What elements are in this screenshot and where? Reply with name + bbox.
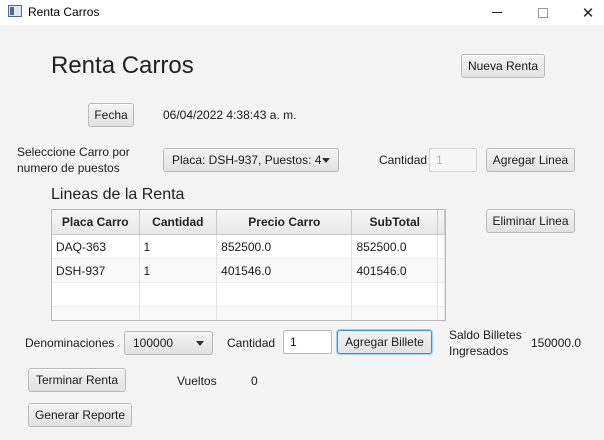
column-header-quantity[interactable]: Cantidad [140,210,218,235]
cell-subtotal: 852500.0 [352,235,439,259]
maximize-button[interactable] [520,0,566,25]
bill-quantity-input[interactable]: 1 [283,330,332,354]
cell-subtotal: 401546.0 [352,259,439,283]
cell-empty [438,307,445,320]
column-header-filler [438,210,445,235]
cell-empty [140,283,218,307]
column-header-subtotal[interactable]: SubTotal [352,210,439,235]
cell-quantity: 1 [140,235,218,259]
balance-value: 150000.0 [531,336,582,350]
cell-plate: DSH-937 [52,259,140,283]
car-select-label-line1: Seleccione Carro por [17,145,130,159]
denominations-label: Denominaciones [25,336,115,350]
denomination-combobox[interactable]: 100000 [124,331,213,355]
add-line-button[interactable]: Agregar Linea [486,148,575,172]
cell-empty [140,307,218,320]
cell-empty [352,307,439,320]
cell-filler [438,235,445,259]
chevron-down-icon [196,341,204,346]
lines-section-title: Lineas de la Renta [51,186,185,203]
delete-line-button[interactable]: Eliminar Linea [486,209,575,233]
table-row[interactable]: DSH-937 1 401546.0 401546.0 [52,259,445,283]
finish-rental-button[interactable]: Terminar Renta [28,368,126,392]
cell-quantity: 1 [140,259,218,283]
cell-empty [52,283,140,307]
car-quantity-input[interactable]: 1 [429,148,477,172]
column-header-plate[interactable]: Placa Carro [52,210,140,235]
window-title: Renta Carros [28,5,100,19]
car-quantity-label: Cantidad [379,153,428,167]
minimize-button[interactable] [474,0,520,25]
generate-report-button[interactable]: Generar Reporte [28,403,132,427]
change-label: Vueltos [177,374,217,388]
bill-quantity-label: Cantidad [227,336,276,350]
minimize-icon [492,12,502,13]
table-row-empty [52,283,445,307]
cell-empty [217,283,353,307]
cell-empty [52,307,140,320]
denomination-value: 100000 [133,336,174,350]
cell-price: 401546.0 [217,259,353,283]
app-window-icon [8,5,22,17]
table-row[interactable]: DAQ-363 1 852500.0 852500.0 [52,235,445,259]
table-row-empty [52,307,445,320]
window-titlebar: Renta Carros ✕ [0,0,604,25]
cell-plate: DAQ-363 [52,235,140,259]
maximize-icon [538,7,548,18]
date-button[interactable]: Fecha [88,103,134,127]
balance-label-line2: Ingresados [449,344,509,358]
rental-lines-table[interactable]: Placa Carro Cantidad Precio Carro SubTot… [51,209,446,321]
table-header: Placa Carro Cantidad Precio Carro SubTot… [52,210,445,235]
page-title: Renta Carros [51,52,194,79]
cell-filler [438,259,445,283]
cell-empty [217,307,353,320]
date-value: 06/04/2022 4:38:43 a. m. [163,108,297,122]
close-icon: ✕ [581,4,595,22]
chevron-down-icon [322,158,330,163]
close-button[interactable]: ✕ [565,0,604,25]
main-panel: Renta Carros Nueva Renta Fecha 06/04/202… [0,25,604,440]
cell-empty [352,283,439,307]
column-header-price[interactable]: Precio Carro [217,210,353,235]
car-select-combobox[interactable]: Placa: DSH-937, Puestos: 4 [163,148,339,172]
balance-label-line1: Saldo Billetes [449,328,522,342]
cell-price: 852500.0 [217,235,353,259]
change-value: 0 [251,374,258,388]
cell-empty [438,283,445,307]
add-bill-button[interactable]: Agregar Billete [337,330,432,354]
car-select-label-line2: numero de puestos [17,161,120,175]
new-rental-button[interactable]: Nueva Renta [461,54,545,78]
car-select-value: Placa: DSH-937, Puestos: 4 [172,153,322,167]
